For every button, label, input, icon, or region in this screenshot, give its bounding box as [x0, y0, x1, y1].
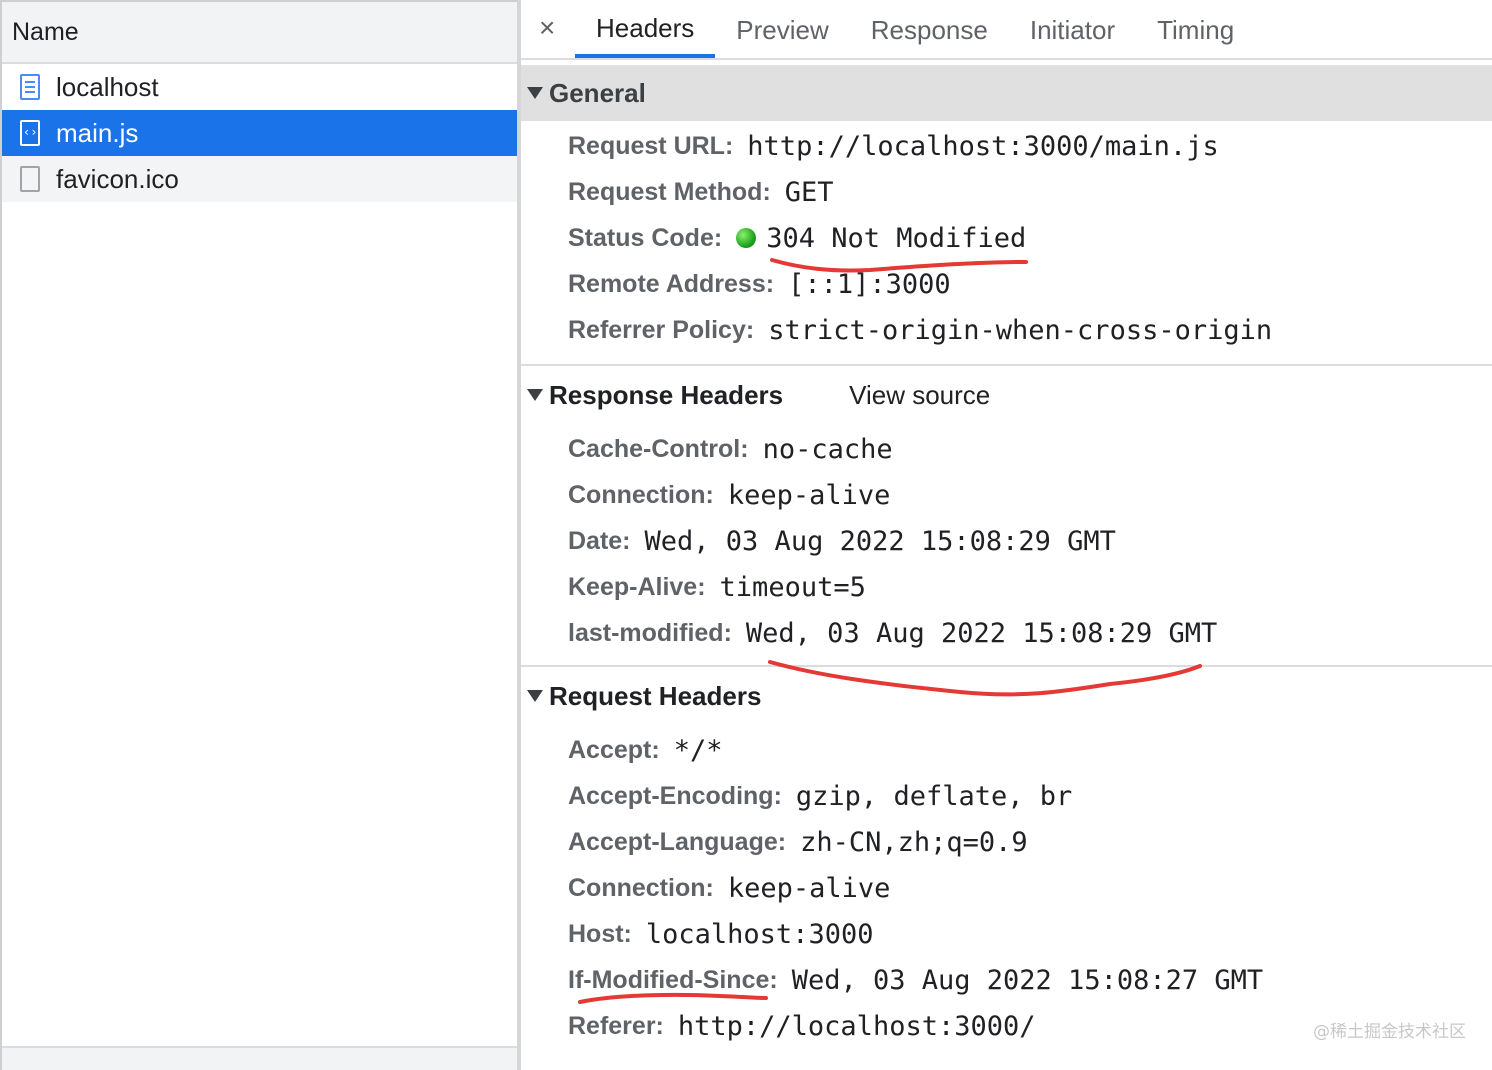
header-value: */* — [673, 734, 723, 766]
request-name: main.js — [56, 117, 139, 148]
request-row-favicon[interactable]: favicon.ico — [2, 156, 517, 202]
header-value: GET — [784, 176, 834, 208]
file-icon — [20, 166, 40, 192]
header-name: Referrer Policy: — [568, 315, 755, 344]
header-name: Request Method: — [568, 177, 771, 206]
header-name: Request URL: — [568, 131, 734, 160]
header-value: no-cache — [762, 433, 893, 465]
collapse-triangle-icon — [527, 87, 543, 99]
header-name: Referer: — [568, 1011, 664, 1040]
request-details-panel: × Headers Preview Response Initiator Tim… — [521, 0, 1492, 1070]
header-row: Connection: keep-alive — [568, 865, 1492, 911]
header-name: If-Modified-Since: — [568, 965, 778, 994]
header-row: Connection: keep-alive — [568, 472, 1492, 518]
header-row: Request URL: http://localhost:3000/main.… — [568, 123, 1492, 169]
header-row: Remote Address: [::1]:3000 — [568, 261, 1492, 307]
tab-timing[interactable]: Timing — [1136, 2, 1255, 58]
header-value: localhost:3000 — [645, 918, 874, 950]
header-name: Accept-Encoding: — [568, 781, 782, 810]
header-value: Wed, 03 Aug 2022 15:08:27 GMT — [791, 964, 1264, 996]
script-icon: ‹› — [20, 120, 40, 146]
details-tabbar: × Headers Preview Response Initiator Tim… — [521, 0, 1492, 60]
header-row: Keep-Alive: timeout=5 — [568, 564, 1492, 610]
header-row: Accept-Encoding: gzip, deflate, br — [568, 773, 1492, 819]
header-value: http://localhost:3000/ — [677, 1010, 1036, 1042]
status-bar — [2, 1046, 517, 1070]
section-title: Request Headers — [549, 680, 762, 711]
header-row: Request Method: GET — [568, 169, 1492, 215]
close-icon[interactable]: × — [539, 13, 555, 43]
watermark: @稀土掘金技术社区 — [1313, 1022, 1466, 1042]
section-response-headers: Cache-Control: no-cache Connection: keep… — [521, 424, 1492, 656]
request-name: favicon.ico — [56, 163, 179, 194]
header-row: Referrer Policy: strict-origin-when-cros… — [568, 307, 1492, 353]
name-column-label: Name — [12, 17, 79, 46]
header-name: Accept-Language: — [568, 827, 787, 856]
name-column-header[interactable]: Name — [2, 2, 517, 64]
section-title: General — [549, 77, 646, 108]
header-name: Remote Address: — [568, 269, 775, 298]
request-row-main-js[interactable]: ‹› main.js — [2, 110, 517, 156]
header-value: strict-origin-when-cross-origin — [768, 314, 1273, 346]
section-request-headers: Accept: */* Accept-Encoding: gzip, defla… — [521, 725, 1492, 1049]
section-title: Response Headers — [549, 379, 784, 410]
section-general: Request URL: http://localhost:3000/main.… — [521, 121, 1492, 353]
section-request-headers-header[interactable]: Request Headers — [521, 667, 1492, 725]
header-value: Wed, 03 Aug 2022 15:08:29 GMT — [644, 525, 1116, 557]
header-row: If-Modified-Since: Wed, 03 Aug 2022 15:0… — [568, 957, 1492, 1003]
header-name: Status Code: — [568, 223, 723, 252]
header-value: http://localhost:3000/main.js — [747, 130, 1219, 162]
header-value: gzip, deflate, br — [795, 780, 1073, 812]
header-row: last-modified: Wed, 03 Aug 2022 15:08:29… — [568, 610, 1492, 656]
header-row: Cache-Control: no-cache — [568, 426, 1492, 472]
header-row: Status Code: 304 Not Modified — [568, 215, 1492, 261]
tab-preview[interactable]: Preview — [715, 2, 849, 58]
header-value: timeout=5 — [719, 571, 866, 603]
request-row-localhost[interactable]: localhost — [2, 64, 517, 110]
tab-initiator[interactable]: Initiator — [1009, 2, 1136, 58]
header-name: last-modified: — [568, 618, 732, 647]
header-value: 304 Not Modified — [766, 222, 1027, 254]
request-list-panel: Name localhost ‹› main.js favicon.ico — [0, 0, 517, 1070]
section-response-headers-header[interactable]: Response Headers View source — [521, 366, 1492, 424]
header-value: keep-alive — [727, 479, 891, 511]
header-name: Keep-Alive: — [568, 572, 706, 601]
header-row: Accept: */* — [568, 727, 1492, 773]
collapse-triangle-icon — [527, 690, 543, 702]
header-row: Host: localhost:3000 — [568, 911, 1492, 957]
header-name: Host: — [568, 919, 632, 948]
header-value: [::1]:3000 — [788, 268, 951, 300]
status-ok-icon — [736, 228, 757, 248]
header-name: Date: — [568, 526, 631, 555]
view-source-link[interactable]: View source — [849, 380, 990, 411]
header-value: zh-CN,zh;q=0.9 — [800, 826, 1028, 858]
tab-response[interactable]: Response — [850, 2, 1009, 58]
header-row: Accept-Language: zh-CN,zh;q=0.9 — [568, 819, 1492, 865]
request-name: localhost — [56, 71, 159, 102]
header-row: Date: Wed, 03 Aug 2022 15:08:29 GMT — [568, 518, 1492, 564]
header-value: Wed, 03 Aug 2022 15:08:29 GMT — [745, 617, 1218, 649]
header-name: Cache-Control: — [568, 434, 749, 463]
header-name: Connection: — [568, 480, 714, 509]
document-icon — [20, 74, 40, 100]
header-name: Connection: — [568, 873, 714, 902]
collapse-triangle-icon — [527, 389, 543, 401]
header-name: Accept: — [568, 735, 660, 764]
header-value: keep-alive — [727, 872, 891, 904]
tab-headers[interactable]: Headers — [575, 2, 716, 58]
section-general-header[interactable]: General — [521, 65, 1492, 121]
